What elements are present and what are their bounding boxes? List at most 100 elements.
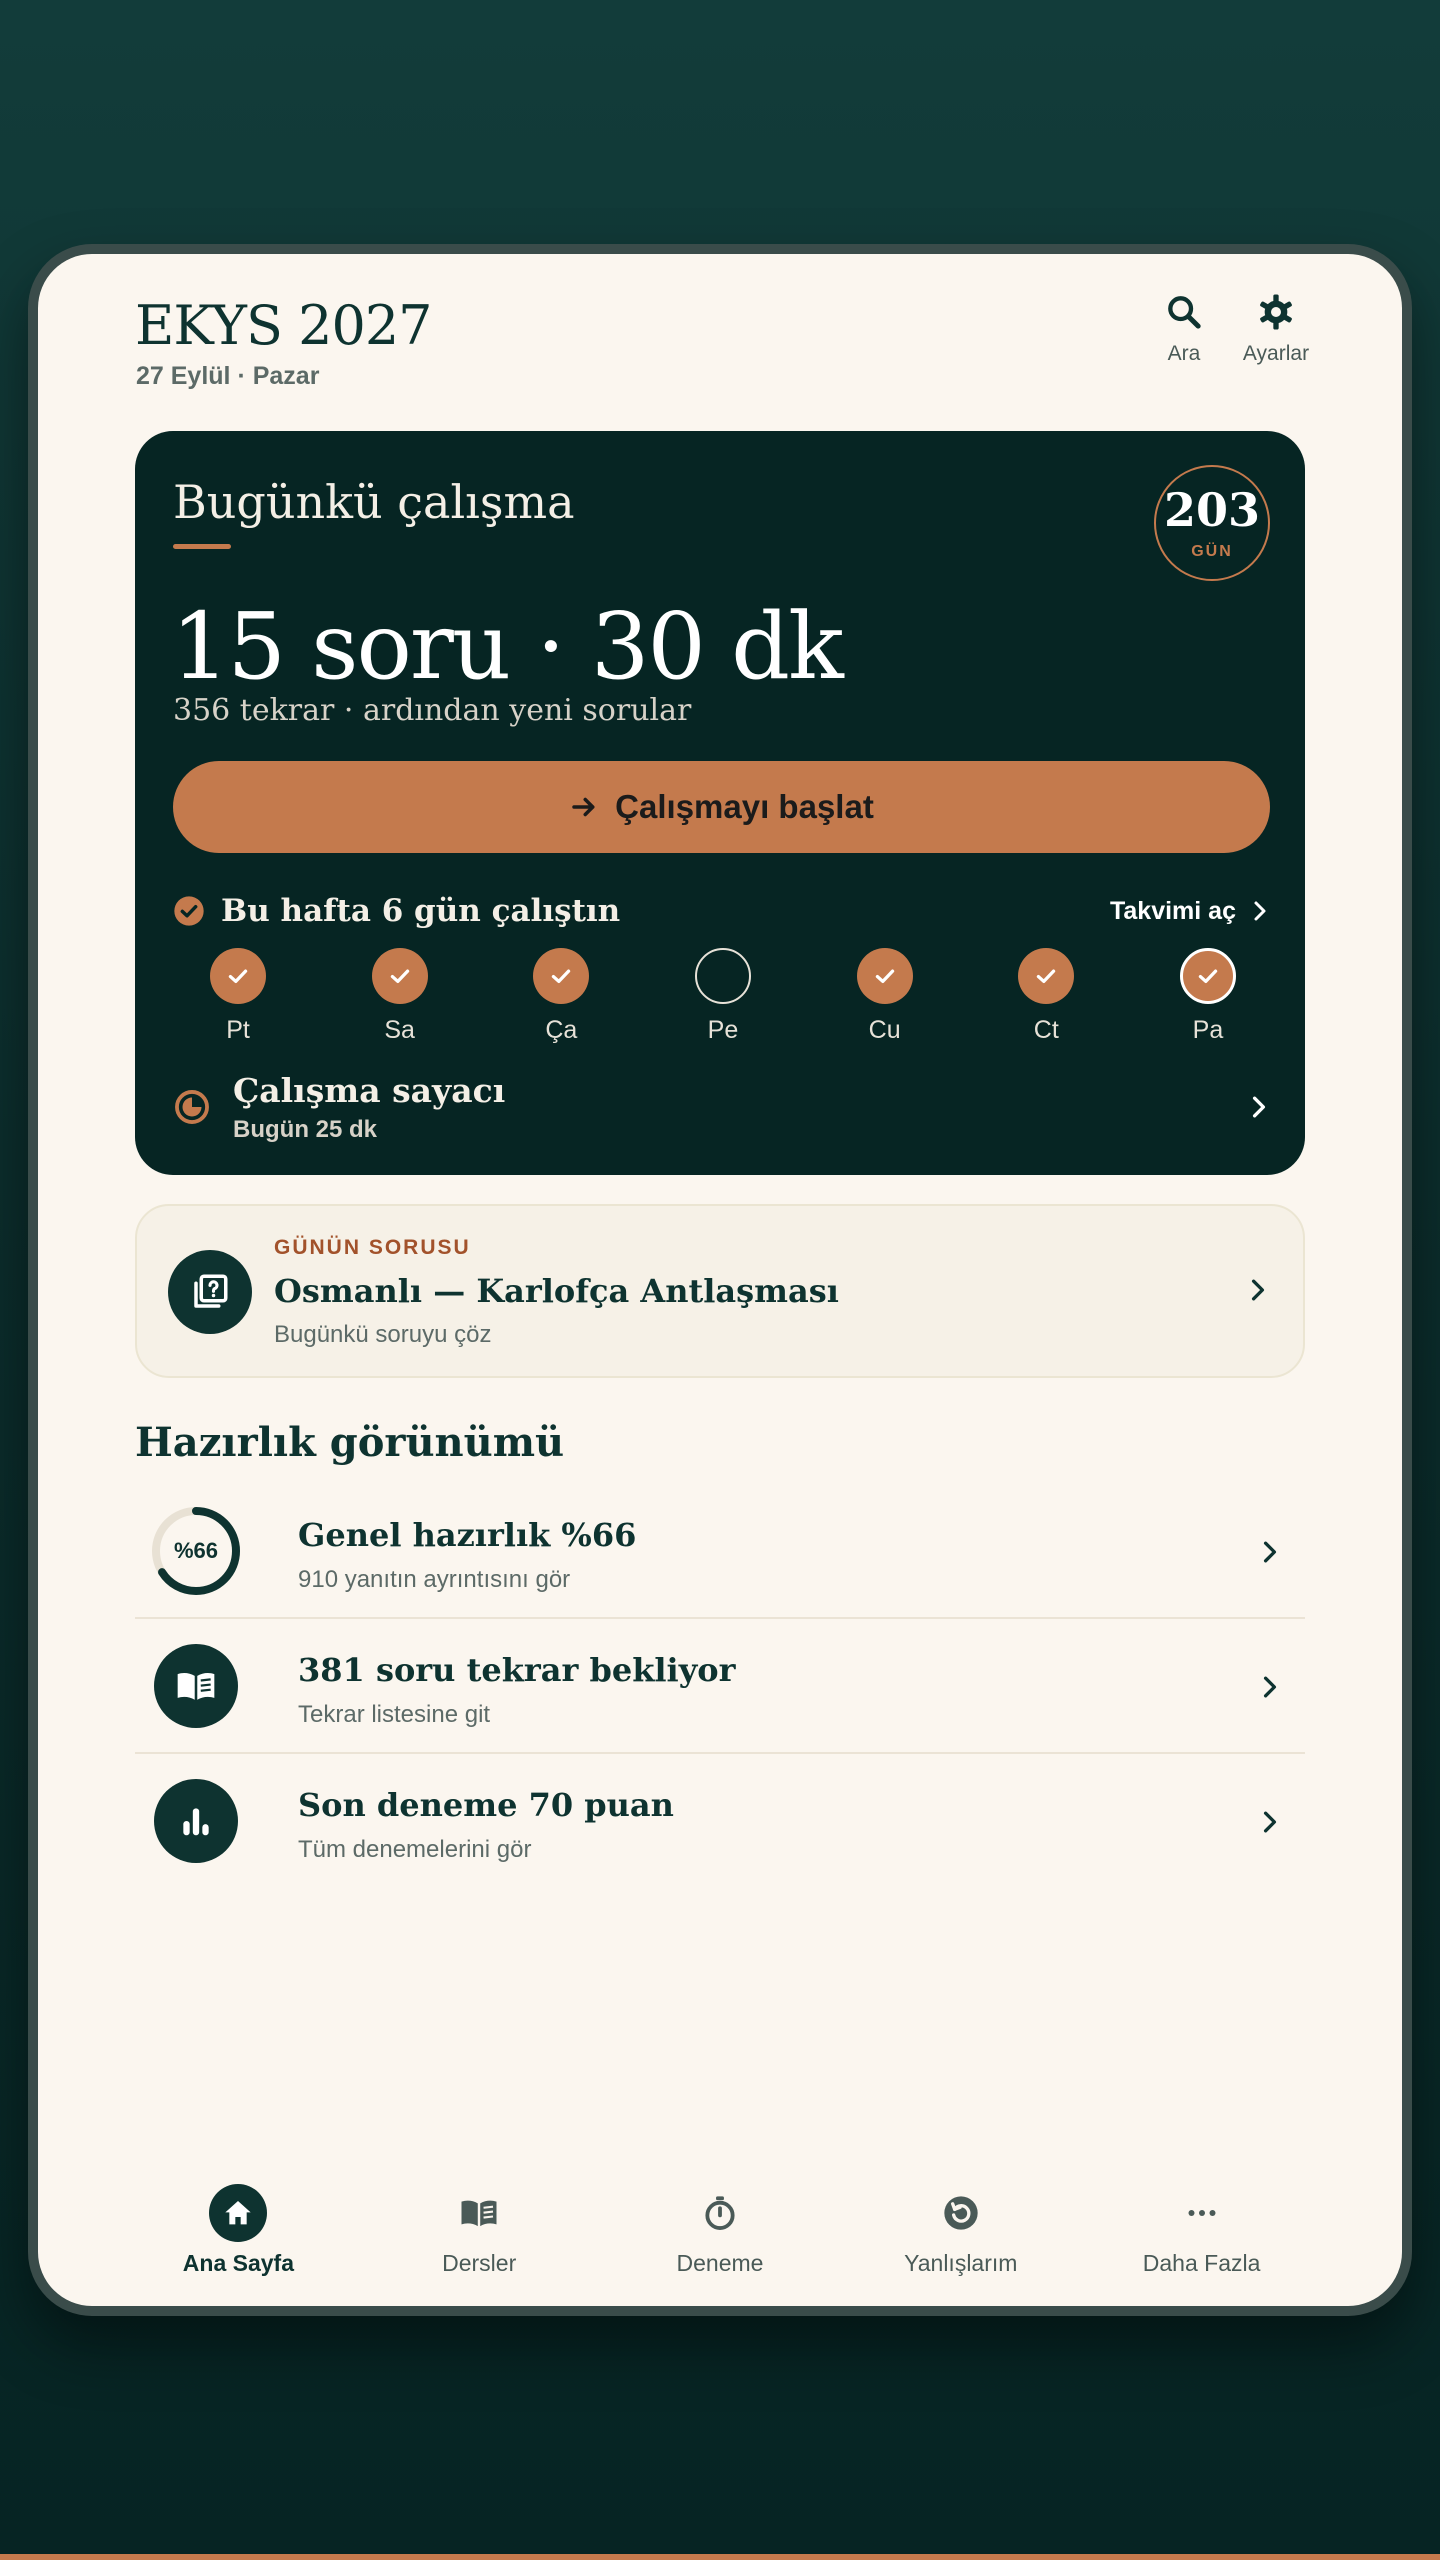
check-circle-icon [174, 896, 204, 926]
open-calendar-link[interactable]: Takvimi aç [1110, 897, 1270, 926]
more-icon [1188, 2210, 1216, 2216]
weekday-missed-marker [694, 948, 751, 1004]
last-exam-row[interactable]: Son deneme 70 puan Tüm denemelerini gör [135, 1754, 1305, 1889]
weekday-label: Ct [1033, 1016, 1059, 1044]
bottom-accent-strip [0, 2554, 1440, 2560]
nav-mistakes[interactable]: Yanlışlarım [861, 2184, 1061, 2306]
weekday-cu[interactable]: Cu [840, 948, 930, 1048]
weekday-label: Pe [707, 1016, 739, 1044]
book-icon [461, 2200, 497, 2227]
readiness-section-title: Hazırlık görünümü [135, 1419, 565, 1466]
list-item-subtitle: Tüm denemelerini gör [298, 1836, 532, 1863]
weekday-done-marker [533, 948, 590, 1004]
bottom-navigation: Ana Sayfa Dersler Deneme Yanlışlarım Dah… [38, 2184, 1402, 2306]
nav-mistakes-icon-wrap [932, 2184, 990, 2242]
weekday-tracker: Pt Sa Ça Pe Cu Ct Pa [193, 948, 1253, 1048]
daily-goal-subline: 356 tekrar · ardından yeni sorular [173, 693, 692, 728]
settings-label: Ayarlar [1242, 342, 1310, 365]
weekday-label: Pa [1192, 1016, 1224, 1044]
week-summary-text: Bu hafta 6 gün çalıştın [221, 893, 621, 929]
device-frame: EKYS 2027 27 Eylül · Pazar Ara Ayarlar B… [28, 244, 1412, 2316]
chevron-right-icon [1263, 1676, 1277, 1698]
weekday-done-marker [371, 948, 428, 1004]
list-item-title: 381 soru tekrar bekliyor [298, 1651, 736, 1689]
check-icon [552, 969, 571, 984]
nav-home[interactable]: Ana Sayfa [138, 2184, 338, 2306]
weekday-sa[interactable]: Sa [355, 948, 445, 1048]
days-left-badge: 203 GÜN [1154, 465, 1270, 581]
timer-icon [175, 1090, 209, 1124]
week-summary-row: Bu hafta 6 gün çalıştın Takvimi aç [173, 891, 1270, 931]
study-timer-row[interactable]: Çalışma sayacı Bugün 25 dk [173, 1071, 1270, 1143]
start-study-label: Çalışmayı başlat [615, 788, 874, 825]
nav-label: Dersler [442, 2250, 517, 2276]
retry-icon [944, 2196, 978, 2230]
bar-chart-icon [183, 1808, 209, 1836]
today-study-title: Bugünkü çalışma [173, 475, 575, 529]
readiness-percent-label: %66 [173, 1538, 219, 1563]
chevron-right-icon [1254, 901, 1266, 921]
nav-more[interactable]: Daha Fazla [1102, 2184, 1302, 2306]
open-calendar-label: Takvimi aç [1109, 896, 1236, 925]
daily-goal-headline: 15 soru · 30 dk [171, 593, 844, 700]
weekday-label: Sa [384, 1016, 415, 1044]
weekday-today-marker [1179, 948, 1236, 1004]
question-cards-icon [194, 1274, 228, 1308]
exam-icon-badge [154, 1779, 238, 1863]
chevron-right-icon [1263, 1541, 1277, 1563]
app-title: EKYS 2027 [135, 294, 433, 357]
start-study-button[interactable]: Çalışmayı başlat [173, 761, 1270, 853]
question-subtitle: Bugünkü soruyu çöz [274, 1321, 492, 1348]
current-date: 27 Eylül · Pazar [136, 362, 320, 390]
question-kicker: GÜNÜN SORUSU [274, 1236, 471, 1259]
chevron-right-icon [1251, 1279, 1265, 1301]
list-item-subtitle: 910 yanıtın ayrıntısını gör [298, 1566, 571, 1593]
nav-label: Daha Fazla [1142, 2250, 1261, 2276]
nav-exam[interactable]: Deneme [620, 2184, 820, 2306]
weekday-ct[interactable]: Ct [1001, 948, 1091, 1048]
weekday-label: Pt [226, 1016, 250, 1044]
nav-label: Yanlışlarım [904, 2250, 1018, 2276]
open-book-icon [177, 1673, 215, 1700]
search-icon [1168, 296, 1201, 329]
list-item-subtitle: Tekrar listesine git [298, 1701, 491, 1728]
nav-label: Ana Sayfa [182, 2250, 294, 2276]
nav-lessons-icon-wrap [450, 2184, 508, 2242]
weekday-done-marker [1018, 948, 1075, 1004]
readiness-list: %66 Genel hazırlık %66 910 yanıtın ayrın… [135, 1484, 1305, 1889]
question-card-icon [168, 1250, 252, 1334]
list-item-title: Genel hazırlık %66 [298, 1516, 637, 1554]
weekday-label: Cu [868, 1016, 901, 1044]
weekday-pa[interactable]: Pa [1163, 948, 1253, 1048]
study-timer-sub: Bugün 25 dk [233, 1115, 378, 1143]
nav-exam-icon-wrap [691, 2184, 749, 2242]
gear-icon [1260, 294, 1292, 330]
title-underline [173, 544, 231, 549]
stopwatch-icon [705, 2196, 735, 2230]
weekday-done-marker [856, 948, 913, 1004]
question-of-day-card[interactable]: GÜNÜN SORUSU Osmanlı — Karlofça Antlaşma… [135, 1204, 1305, 1378]
days-left-unit: GÜN [1191, 543, 1233, 560]
weekday-ca[interactable]: Ça [516, 948, 606, 1048]
weekday-pe[interactable]: Pe [678, 948, 768, 1048]
check-icon [875, 969, 894, 984]
today-study-card: Bugünkü çalışma 203 GÜN 15 soru · 30 dk … [135, 431, 1305, 1175]
settings-button[interactable]: Ayarlar [1221, 292, 1331, 366]
app-screen: EKYS 2027 27 Eylül · Pazar Ara Ayarlar B… [38, 254, 1402, 2306]
overall-readiness-row[interactable]: %66 Genel hazırlık %66 910 yanıtın ayrın… [135, 1484, 1305, 1619]
chevron-right-icon [1252, 1096, 1266, 1118]
arrow-right-icon [572, 797, 595, 817]
weekday-label: Ça [545, 1016, 578, 1044]
study-timer-title: Çalışma sayacı [233, 1070, 506, 1110]
review-pending-row[interactable]: 381 soru tekrar bekliyor Tekrar listesin… [135, 1619, 1305, 1754]
nav-lessons[interactable]: Dersler [379, 2184, 579, 2306]
chevron-right-icon [1263, 1811, 1277, 1833]
days-left-count: 203 [1163, 483, 1261, 537]
nav-more-icon-wrap [1173, 2184, 1231, 2242]
weekday-pt[interactable]: Pt [193, 948, 283, 1048]
weekday-done-marker [210, 948, 266, 1004]
check-icon [228, 969, 248, 984]
question-title: Osmanlı — Karlofça Antlaşması [274, 1272, 839, 1310]
check-icon [1198, 969, 1218, 984]
review-icon-badge [154, 1644, 238, 1728]
